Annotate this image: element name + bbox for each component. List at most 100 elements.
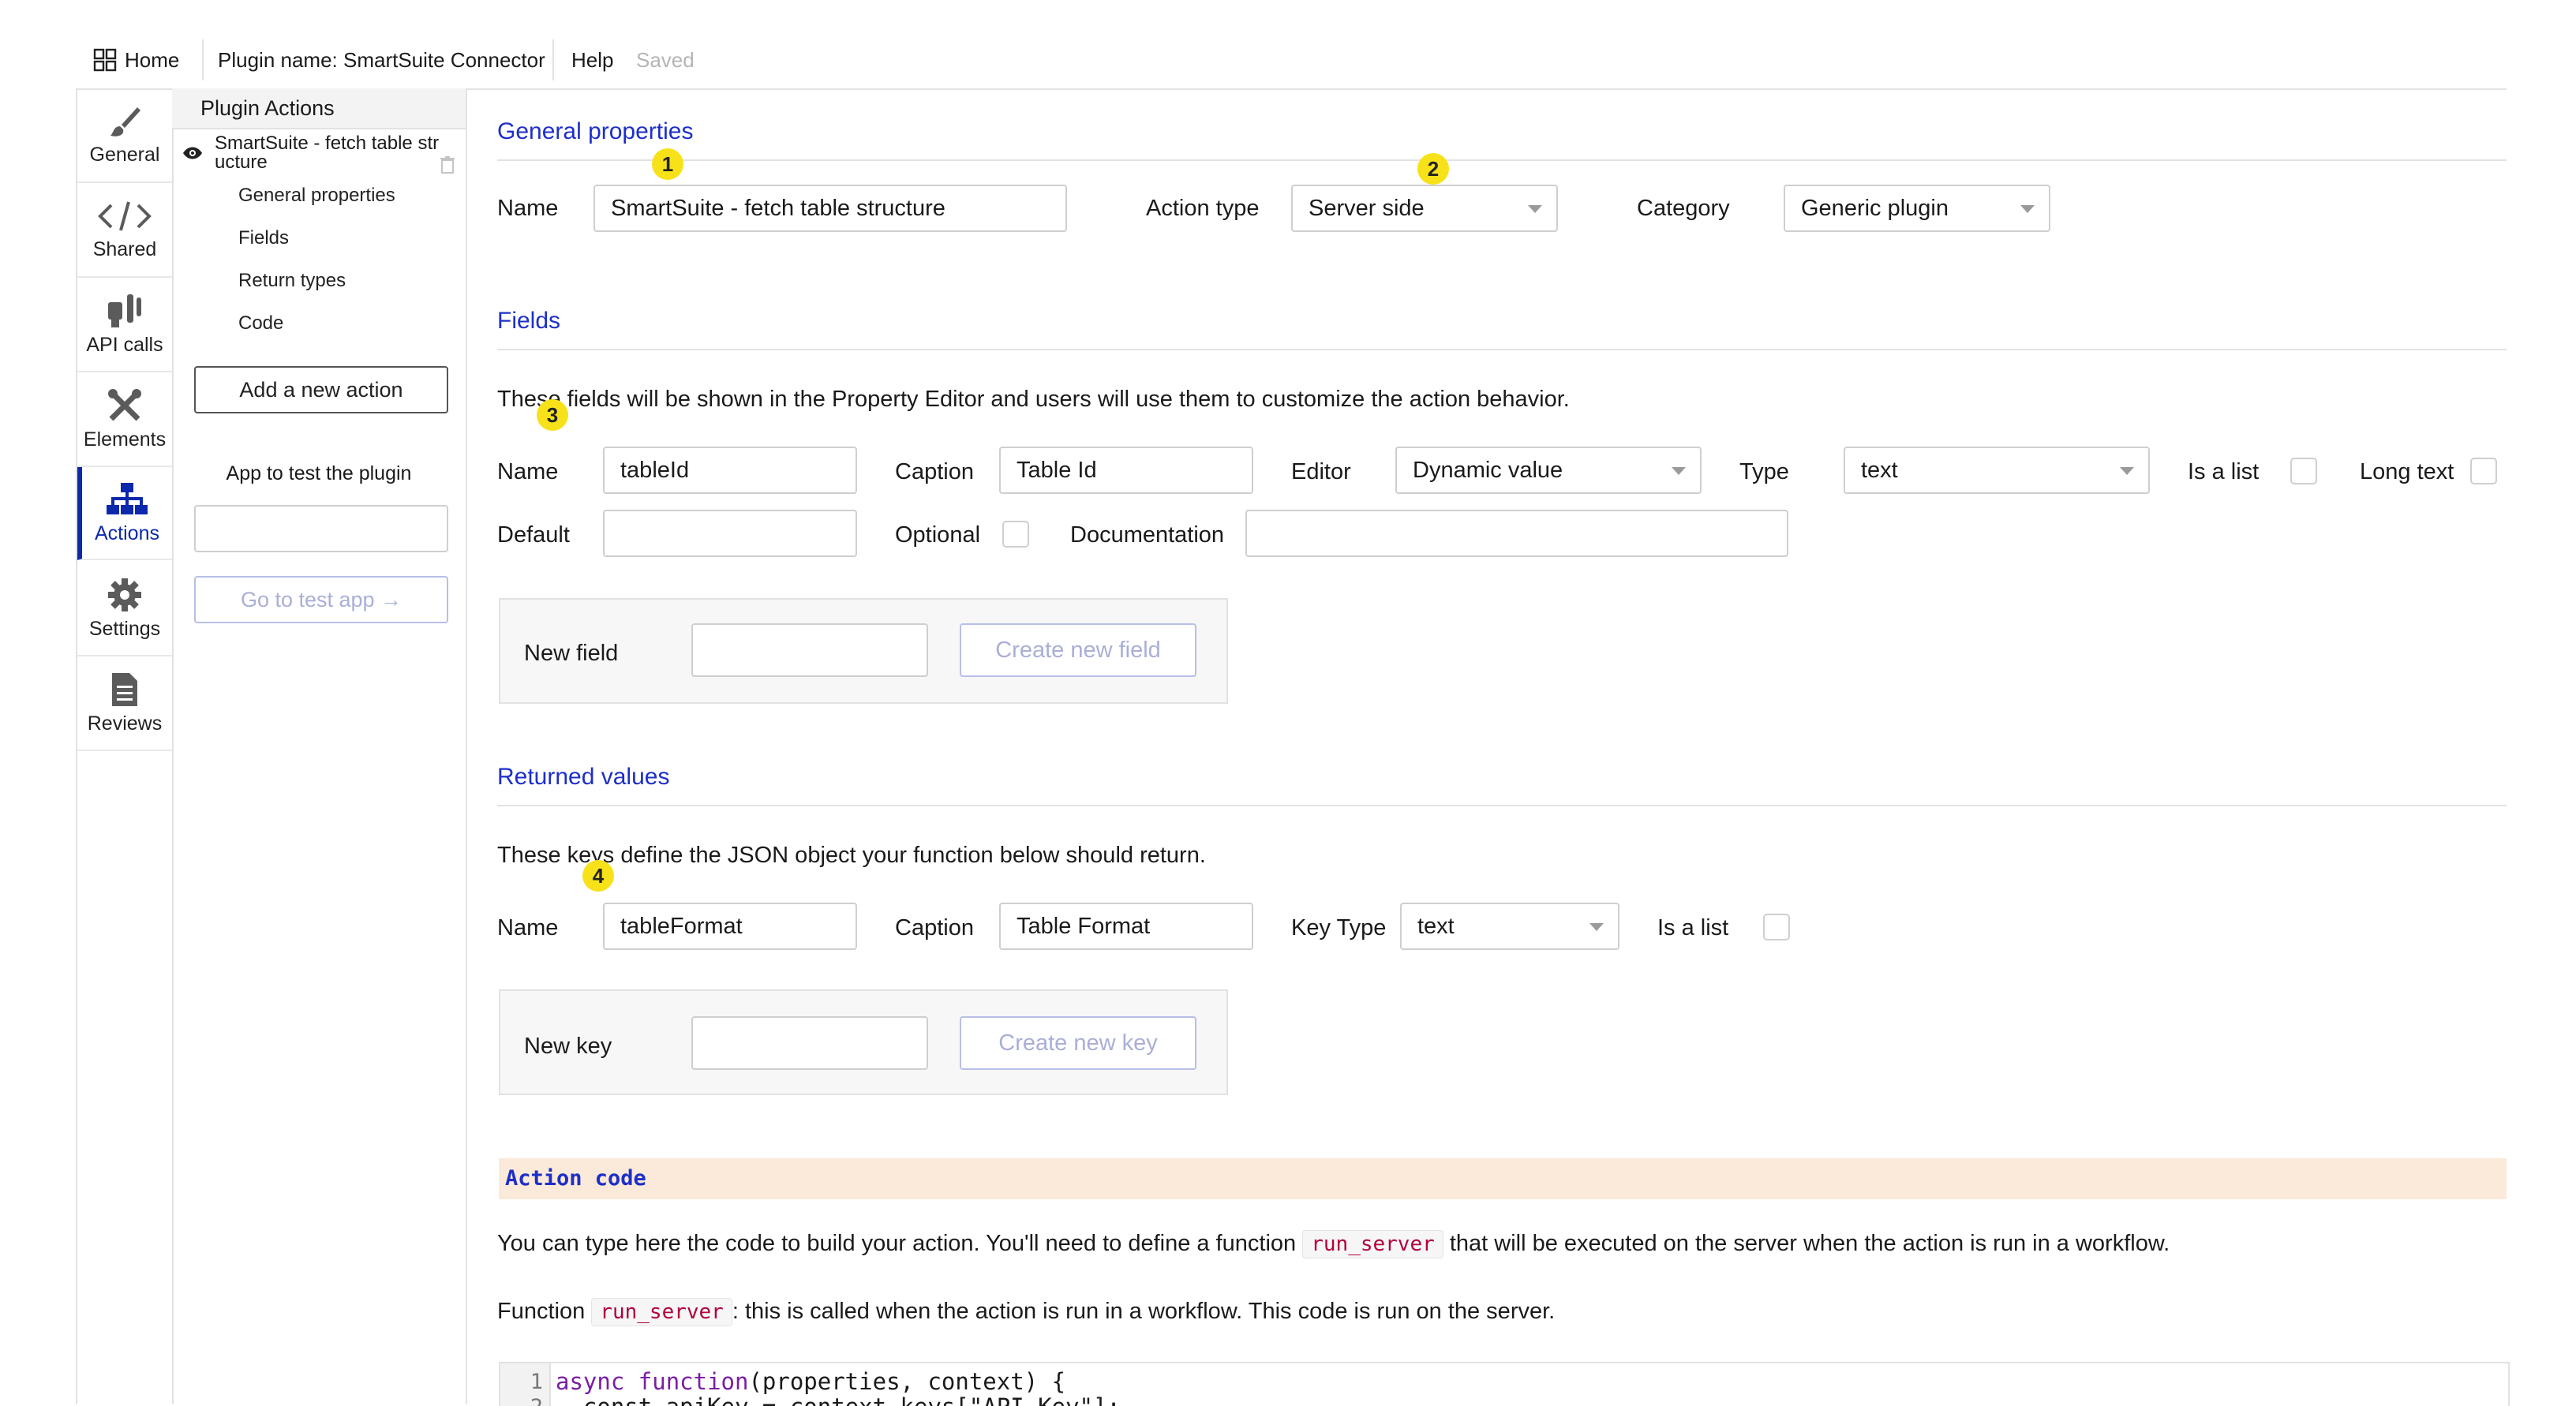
field-documentation-input[interactable] <box>1245 510 1788 557</box>
plugin-name[interactable]: Plugin name: SmartSuite Connector <box>218 32 545 88</box>
field-is-list-checkbox[interactable] <box>2290 458 2317 484</box>
function-text: Function <box>497 1299 585 1324</box>
line-number: 1 <box>500 1370 543 1394</box>
eye-icon[interactable] <box>182 145 204 161</box>
field-default-label: Default <box>497 522 570 548</box>
category-select[interactable]: Generic plugin <box>1784 185 2050 232</box>
home-link[interactable]: Home <box>93 32 179 88</box>
add-action-button[interactable]: Add a new action <box>194 366 448 413</box>
code-intro: You can type here the code to build your… <box>497 1231 2170 1257</box>
code-icon <box>97 199 152 234</box>
chevron-down-icon <box>2120 467 2134 475</box>
field-name-label: Name <box>497 459 558 485</box>
field-editor-select[interactable]: Dynamic value <box>1395 447 1702 494</box>
test-app-label: App to test the plugin <box>172 462 466 485</box>
field-optional-label: Optional <box>895 522 980 548</box>
chevron-down-icon <box>1672 467 1686 475</box>
section-title-general: General properties <box>497 118 693 145</box>
new-field-input[interactable] <box>691 623 928 677</box>
key-type-label: Key Type <box>1291 915 1386 941</box>
annotation-badge: 1 <box>652 148 683 180</box>
gear-icon <box>107 577 143 613</box>
field-type-select[interactable]: text <box>1844 447 2150 494</box>
key-type-value: text <box>1417 914 1455 940</box>
field-type-label: Type <box>1739 459 1789 485</box>
name-label: Name <box>497 196 558 222</box>
nav-label: API calls <box>86 334 163 357</box>
code-line: async function(properties, context) { <box>556 1368 1065 1395</box>
create-field-button[interactable]: Create new field <box>960 623 1196 677</box>
go-test-app-button[interactable]: Go to test app → <box>194 576 448 623</box>
code-editor[interactable]: 1 2 async function(properties, context) … <box>499 1362 2510 1406</box>
key-type-select[interactable]: text <box>1400 903 1619 950</box>
fields-description: These fields will be shown in the Proper… <box>497 387 1570 413</box>
new-key-input[interactable] <box>691 1016 928 1070</box>
action-name-input[interactable]: SmartSuite - fetch table structure <box>593 185 1067 232</box>
new-field-label: New field <box>524 641 618 667</box>
create-key-button[interactable]: Create new key <box>960 1016 1196 1070</box>
field-caption-label: Caption <box>895 459 974 485</box>
nav-label: Elements <box>84 428 166 451</box>
code-intro-text: that will be executed on the server when… <box>1450 1231 2170 1256</box>
subitem-general-properties[interactable]: General properties <box>238 185 395 207</box>
field-is-list-label: Is a list <box>2188 459 2259 485</box>
help-link[interactable]: Help <box>571 32 613 88</box>
nav-general[interactable]: General <box>77 88 172 183</box>
field-optional-checkbox[interactable] <box>1002 521 1029 548</box>
field-default-input[interactable] <box>603 510 857 557</box>
document-icon <box>110 671 139 708</box>
key-name-input[interactable]: tableFormat <box>603 903 857 950</box>
grid-icon <box>93 48 117 72</box>
field-name-input[interactable]: tableId <box>603 447 857 494</box>
divider <box>497 349 2507 350</box>
code-chip: run_server <box>1302 1230 1443 1258</box>
action-type-select[interactable]: Server side <box>1291 185 1558 232</box>
key-is-list-checkbox[interactable] <box>1763 914 1790 940</box>
field-editor-value: Dynamic value <box>1413 458 1563 484</box>
annotation-badge: 3 <box>537 399 568 431</box>
field-long-text-label: Long text <box>2360 459 2454 485</box>
subitem-fields[interactable]: Fields <box>238 227 289 249</box>
test-app-input[interactable] <box>194 505 448 552</box>
section-title-returned: Returned values <box>497 764 669 791</box>
nav-label: General <box>90 144 160 166</box>
field-caption-input[interactable]: Table Id <box>999 447 1253 494</box>
nav-shared[interactable]: Shared <box>77 183 172 278</box>
subitem-code[interactable]: Code <box>238 312 283 335</box>
code-intro-text: You can type here the code to build your… <box>497 1231 1296 1256</box>
nav-label: Reviews <box>88 712 162 735</box>
category-label: Category <box>1637 196 1730 222</box>
new-key-label: New key <box>524 1034 612 1060</box>
trash-icon[interactable] <box>440 156 455 174</box>
section-nav: General Shared API calls <box>76 88 174 1404</box>
chevron-down-icon <box>2020 205 2035 213</box>
nav-label: Shared <box>93 238 157 261</box>
annotation-badge: 4 <box>582 860 614 892</box>
category-value: Generic plugin <box>1801 196 1949 222</box>
action-code-title: Action code <box>505 1166 646 1191</box>
action-name-line: SmartSuite - fetch table str <box>215 134 439 153</box>
action-name-line: ucture <box>215 153 439 172</box>
nav-api-calls[interactable]: API calls <box>77 278 172 372</box>
key-caption-input[interactable]: Table Format <box>999 903 1253 950</box>
section-title-fields: Fields <box>497 308 560 335</box>
nav-label: Actions <box>95 522 159 545</box>
nav-label: Settings <box>89 618 160 641</box>
action-type-value: Server side <box>1309 196 1425 222</box>
nav-actions[interactable]: Actions <box>77 467 172 560</box>
field-long-text-checkbox[interactable] <box>2470 458 2497 484</box>
nav-elements[interactable]: Elements <box>77 372 172 467</box>
field-documentation-label: Documentation <box>1070 522 1224 548</box>
chevron-down-icon <box>1589 923 1604 931</box>
tools-icon <box>107 387 143 424</box>
subitem-return-types[interactable]: Return types <box>238 270 346 292</box>
line-gutter: 1 2 <box>500 1363 551 1406</box>
nav-settings[interactable]: Settings <box>77 562 172 656</box>
function-text: : this is called when the action is run … <box>732 1299 1555 1324</box>
save-status: Saved <box>636 32 695 88</box>
action-name[interactable]: SmartSuite - fetch table str ucture <box>215 134 439 172</box>
nav-reviews[interactable]: Reviews <box>77 656 172 751</box>
brush-icon <box>107 104 142 139</box>
panel-title: Plugin Actions <box>172 88 466 129</box>
code-text: (properties, context) { <box>748 1368 1065 1395</box>
